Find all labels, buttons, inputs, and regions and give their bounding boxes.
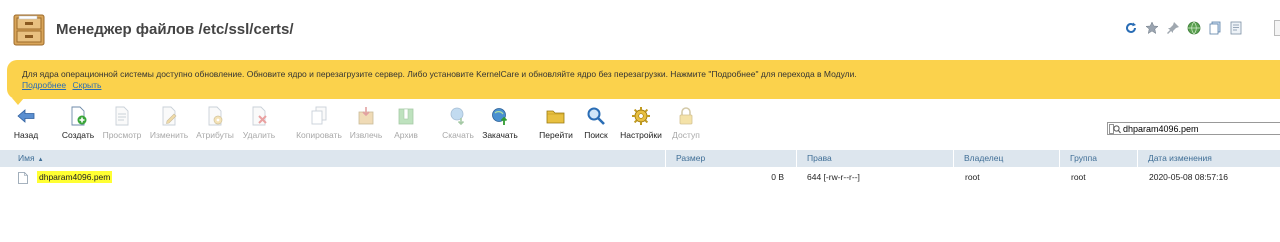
notice-text: Для ядра операционной системы доступно о… (22, 69, 857, 79)
copy-icon[interactable] (1207, 20, 1223, 36)
file-table-header: Имя ▲ Размер Права Владелец Группа Дата и… (0, 150, 1280, 167)
page-title: Менеджер файлов /etc/ssl/certs/ (56, 21, 294, 38)
extract-icon (358, 107, 374, 125)
copy-files-icon (311, 106, 327, 125)
access-button[interactable]: Доступ (661, 106, 711, 140)
sort-ascending-icon: ▲ (37, 157, 44, 163)
upload-button[interactable]: Закачать (475, 106, 525, 140)
delete-button[interactable]: Удалить (234, 106, 284, 140)
notice-pointer (12, 98, 24, 105)
column-size[interactable]: Размер (665, 150, 796, 167)
back-arrow-icon (17, 109, 35, 123)
upload-icon (492, 108, 508, 125)
gear-icon (632, 107, 650, 125)
pin-icon[interactable] (1165, 20, 1181, 36)
file-cabinet-icon (11, 13, 47, 47)
note-icon[interactable] (1228, 20, 1244, 36)
attributes-icon (208, 106, 223, 126)
refresh-icon[interactable] (1123, 20, 1139, 36)
notice-hide-link[interactable]: Скрыть (72, 80, 101, 90)
notice-details-link[interactable]: Подробнее (22, 80, 66, 90)
toolbar: Назад Создать Просмотр Изменить Атрибуты… (0, 106, 1100, 146)
page-header: Менеджер файлов /etc/ssl/certs/ (0, 0, 1280, 56)
delete-file-icon (252, 106, 267, 126)
kernel-update-notice: Для ядра операционной системы доступно о… (7, 60, 1280, 99)
edit-button[interactable]: Изменить (144, 106, 194, 140)
notice-links: Подробнее Скрыть (22, 80, 105, 90)
column-name[interactable]: Имя ▲ (0, 150, 665, 167)
file-size: 0 B (771, 172, 784, 182)
search-icon (1108, 123, 1122, 134)
column-owner[interactable]: Владелец (953, 150, 1059, 167)
magnifier-icon (587, 107, 605, 125)
copy-button[interactable]: Копировать (294, 106, 344, 140)
folder-icon (546, 110, 565, 124)
file-group: root (1071, 172, 1086, 182)
file-owner: root (965, 172, 980, 182)
column-modified[interactable]: Дата изменения (1137, 150, 1280, 167)
view-file-icon (115, 106, 129, 126)
header-overflow-button[interactable] (1274, 20, 1280, 36)
new-file-icon (71, 106, 87, 126)
globe-icon[interactable] (1186, 20, 1202, 36)
quick-search (1107, 122, 1280, 135)
archive-icon (398, 108, 414, 125)
back-button[interactable]: Назад (1, 106, 51, 140)
file-modified: 2020-05-08 08:57:16 (1149, 172, 1228, 182)
archive-button[interactable]: Архив (381, 106, 431, 140)
create-button[interactable]: Создать (53, 106, 103, 140)
column-group[interactable]: Группа (1059, 150, 1137, 167)
search-button[interactable]: Поиск (571, 106, 621, 140)
view-button[interactable]: Просмотр (97, 106, 147, 140)
file-name-link[interactable]: dhparam4096.pem (37, 171, 113, 183)
file-rights: 644 [-rw-r--r--] (807, 172, 860, 182)
lock-icon (679, 107, 693, 125)
table-row[interactable]: dhparam4096.pem 0 B 644 [-rw-r--r--] roo… (0, 168, 1280, 186)
search-input[interactable] (1122, 123, 1272, 134)
download-icon (450, 107, 465, 126)
settings-button[interactable]: Настройки (616, 106, 666, 140)
attributes-button[interactable]: Атрибуты (190, 106, 240, 140)
edit-file-icon (162, 106, 177, 126)
star-icon[interactable] (1144, 20, 1160, 36)
column-rights[interactable]: Права (796, 150, 953, 167)
file-icon (18, 171, 28, 184)
header-actions (1123, 20, 1244, 36)
